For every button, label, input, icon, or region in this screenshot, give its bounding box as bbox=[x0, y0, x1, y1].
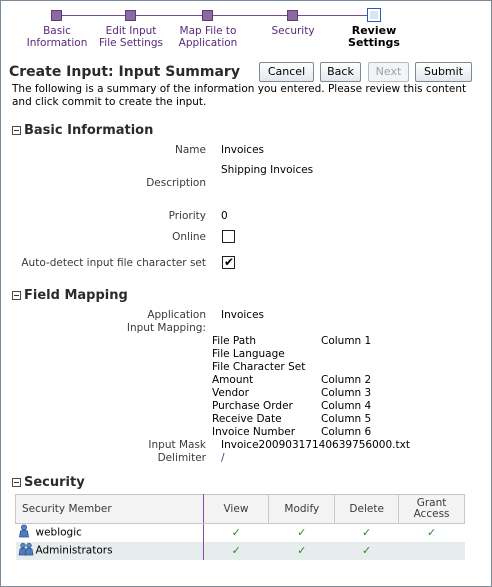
train-step-basic-information[interactable] bbox=[51, 10, 62, 21]
page-title: Create Input: Input Summary bbox=[9, 64, 240, 80]
input-mask-label: Input Mask bbox=[148, 439, 206, 451]
member-name: Administrators bbox=[35, 544, 113, 557]
train-label-security[interactable]: Security bbox=[253, 25, 333, 37]
delete-cell: ✓ bbox=[335, 524, 399, 542]
mapping-column: Column 4 bbox=[321, 400, 372, 412]
grant-cell bbox=[398, 541, 465, 560]
train-label-edit-input-file-settings[interactable]: Edit Input File Settings bbox=[89, 25, 173, 49]
train-step-review-settings bbox=[367, 8, 381, 22]
cancel-button[interactable]: Cancel bbox=[259, 62, 314, 82]
member-name: weblogic bbox=[35, 526, 82, 539]
mapping-field: File Character Set bbox=[212, 361, 306, 373]
back-button[interactable]: Back bbox=[320, 62, 361, 82]
delete-cell: ✓ bbox=[334, 541, 399, 560]
mapping-field: File Path bbox=[212, 335, 256, 347]
table-row: Administrators ✓ ✓ ✓ bbox=[15, 541, 465, 560]
table-row: weblogic ✓ ✓ ✓ ✓ bbox=[15, 523, 465, 542]
train-label-basic-information[interactable]: Basic Information bbox=[16, 25, 98, 49]
mapping-column: Column 6 bbox=[321, 426, 372, 438]
priority-value: 0 bbox=[221, 210, 228, 222]
security-table: Security Member View Modify Delete Grant… bbox=[15, 494, 465, 560]
view-cell: ✓ bbox=[203, 541, 269, 560]
mapping-column: Column 1 bbox=[321, 335, 372, 347]
mapping-field: Amount bbox=[212, 374, 254, 386]
collapse-icon[interactable] bbox=[12, 125, 21, 135]
collapse-icon[interactable] bbox=[12, 290, 21, 300]
train-label-review-settings: Review Settings bbox=[348, 24, 400, 49]
description-label: Description bbox=[146, 177, 206, 189]
check-icon: ✓ bbox=[297, 544, 307, 557]
member-cell: Administrators bbox=[15, 541, 204, 560]
column-header-security-member[interactable]: Security Member bbox=[15, 494, 204, 524]
group-icon bbox=[18, 542, 33, 559]
input-mask-value: Invoice20090317140639756000.txt bbox=[221, 439, 410, 451]
wizard-window: Basic Information Edit Input File Settings… bbox=[0, 0, 492, 587]
mapping-field: Invoice Number bbox=[212, 426, 296, 438]
grant-cell: ✓ bbox=[399, 524, 465, 542]
field-mapping-title: Field Mapping bbox=[24, 287, 128, 303]
autodetect-label: Auto-detect input file character set bbox=[21, 257, 206, 269]
delimiter-label: Delimiter bbox=[157, 452, 206, 464]
modify-cell: ✓ bbox=[269, 524, 335, 542]
mapping-field: Receive Date bbox=[212, 413, 282, 425]
check-icon: ✓ bbox=[362, 526, 372, 540]
online-label: Online bbox=[172, 231, 206, 243]
online-checkbox bbox=[222, 230, 235, 243]
autodetect-checkbox: ✔ bbox=[222, 255, 235, 269]
check-icon: ✓ bbox=[426, 526, 437, 540]
train-step-map-file[interactable] bbox=[202, 10, 213, 21]
mapping-column: Column 2 bbox=[321, 374, 372, 386]
mapping-field: File Language bbox=[212, 348, 285, 360]
column-header-grant-access[interactable]: Grant Access bbox=[398, 494, 465, 524]
delimiter-value: / bbox=[221, 452, 225, 464]
column-header-modify[interactable]: Modify bbox=[268, 494, 336, 524]
name-value: Invoices bbox=[221, 144, 265, 156]
collapse-icon[interactable] bbox=[12, 477, 21, 487]
train-step-edit-input-file-settings[interactable] bbox=[125, 10, 136, 21]
check-icon: ✓ bbox=[231, 544, 241, 557]
basic-information-header[interactable]: Basic Information bbox=[12, 122, 482, 138]
check-icon: ✓ bbox=[231, 526, 241, 540]
intro-text: The following is a summary of the inform… bbox=[12, 83, 467, 108]
column-header-delete[interactable]: Delete bbox=[334, 494, 400, 524]
next-button: Next bbox=[368, 62, 409, 82]
train-connector bbox=[57, 15, 373, 16]
security-title: Security bbox=[24, 474, 85, 490]
user-icon bbox=[18, 524, 32, 541]
check-icon: ✓ bbox=[362, 544, 372, 557]
view-cell: ✓ bbox=[203, 524, 269, 542]
mapping-field: Vendor bbox=[212, 387, 249, 399]
submit-button[interactable]: Submit bbox=[415, 62, 472, 82]
field-mapping-header[interactable]: Field Mapping bbox=[12, 287, 482, 303]
train-label-map-file[interactable]: Map File to Application bbox=[166, 25, 250, 49]
mapping-field: Purchase Order bbox=[212, 400, 293, 412]
member-cell: weblogic bbox=[15, 523, 204, 542]
name-label: Name bbox=[175, 144, 206, 156]
check-icon: ✓ bbox=[297, 526, 307, 540]
train-step-security[interactable] bbox=[287, 10, 298, 21]
mapping-column: Column 5 bbox=[321, 413, 372, 425]
basic-information-title: Basic Information bbox=[24, 122, 154, 138]
security-header[interactable]: Security bbox=[12, 474, 482, 490]
input-mapping-label: Input Mapping: bbox=[126, 322, 206, 334]
checkmark-icon: ✔ bbox=[224, 255, 235, 269]
modify-cell: ✓ bbox=[268, 541, 335, 560]
application-label: Application bbox=[147, 309, 206, 321]
column-header-view[interactable]: View bbox=[202, 494, 270, 524]
description-value: Shipping Invoices bbox=[221, 164, 314, 176]
priority-label: Priority bbox=[168, 210, 206, 222]
mapping-column: Column 3 bbox=[321, 387, 372, 399]
application-value: Invoices bbox=[221, 309, 265, 321]
wizard-train: Basic Information Edit Input File Settings… bbox=[1, 1, 492, 61]
